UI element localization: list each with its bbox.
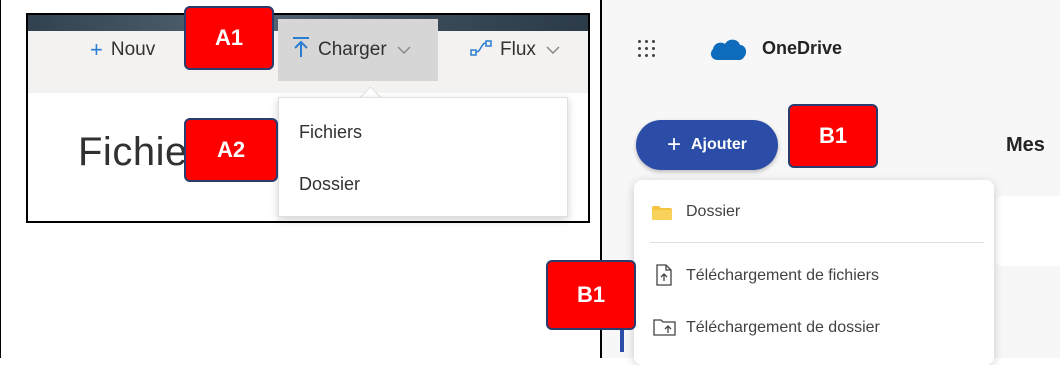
add-button-label: Ajouter — [691, 136, 747, 153]
app-launcher-icon[interactable] — [638, 40, 656, 58]
folder-upload-icon — [653, 318, 677, 341]
page-title: Fichie — [78, 130, 188, 174]
menu-item-folder[interactable]: Dossier — [686, 203, 740, 221]
content-card — [996, 196, 1060, 266]
menu-item-folder[interactable]: Dossier — [299, 174, 360, 195]
callout-a1: A1 — [184, 6, 274, 70]
add-new-button[interactable]: + Ajouter — [636, 120, 778, 170]
flow-button[interactable]: Flux — [470, 19, 560, 81]
menu-item-upload-folder[interactable]: Téléchargement de dossier — [686, 319, 880, 337]
plus-icon: + — [90, 37, 103, 62]
section-heading: Mes — [1006, 134, 1045, 156]
upload-label: Charger — [318, 39, 387, 60]
callout-b1-top: B1 — [788, 104, 878, 168]
panel-border-left — [0, 0, 1, 358]
upload-arrow-icon — [292, 36, 310, 64]
new-label: Nouv — [110, 39, 156, 60]
menu-divider — [650, 242, 984, 243]
chevron-down-icon — [397, 41, 411, 59]
menu-item-upload-files[interactable]: Téléchargement de fichiers — [686, 267, 879, 285]
upload-dropdown-menu: Fichiers Dossier — [278, 97, 568, 217]
file-upload-icon — [655, 264, 673, 291]
flow-label: Flux — [500, 39, 536, 60]
new-button[interactable]: + Nouv — [90, 19, 155, 81]
callout-a2: A2 — [184, 118, 278, 182]
callout-b1-bottom: B1 — [546, 260, 636, 330]
plus-icon: + — [666, 131, 681, 158]
menu-item-files[interactable]: Fichiers — [299, 122, 362, 143]
app-title: OneDrive — [762, 38, 843, 58]
flow-icon — [470, 37, 492, 63]
folder-icon — [651, 205, 673, 221]
chevron-down-icon — [546, 41, 560, 59]
onedrive-cloud-icon — [708, 36, 748, 67]
upload-button[interactable]: Charger — [278, 19, 438, 81]
